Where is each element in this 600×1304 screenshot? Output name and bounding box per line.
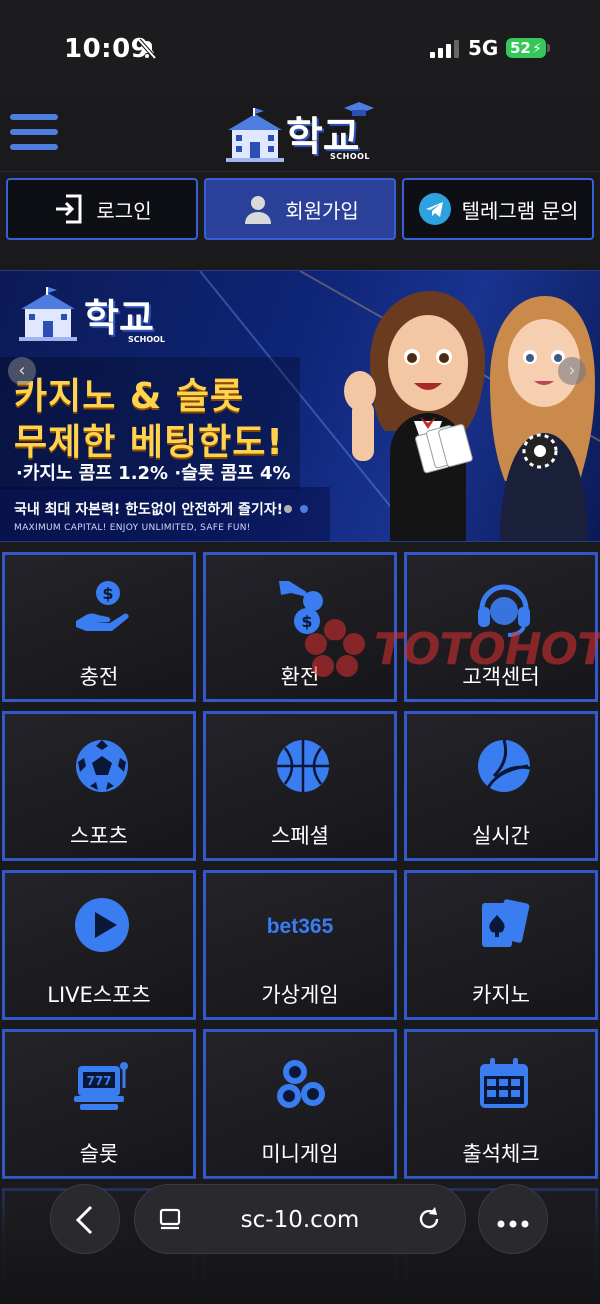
signal-icon (430, 40, 459, 58)
hamburger-menu-button[interactable] (10, 112, 58, 152)
banner-logo-subtitle: SCHOOL (128, 335, 166, 344)
menu-label-attendance: 출석체크 (462, 1142, 540, 1166)
menu-tile-minigame[interactable]: 미니게임 (203, 1029, 397, 1179)
ellipsis-icon (497, 1220, 529, 1228)
address-bar[interactable]: sc-10.com (134, 1184, 466, 1254)
back-button[interactable] (50, 1184, 120, 1254)
menu-tile-live-sports[interactable]: LIVE스포츠 (2, 870, 196, 1020)
telegram-icon (418, 193, 451, 225)
menu-label-casino: 카지노 (472, 983, 530, 1007)
banner-school-icon (19, 287, 77, 341)
banner-tagline-en: MAXIMUM CAPITAL! ENJOY UNLIMITED, SAFE F… (14, 523, 251, 533)
telegram-contact-button[interactable]: 텔레그램 문의 (402, 178, 594, 240)
banner-tagline: 국내 최대 자본력! 한도없이 안전하게 즐기자! (14, 502, 283, 518)
auth-actions: 로그인 회원가입 텔레그램 문의 (0, 176, 600, 242)
banner-headline-1: 카지노 & 슬롯 (14, 376, 245, 417)
menu-tile-virtual[interactable]: bet365 가상게임 (203, 870, 397, 1020)
banner-next-button[interactable]: › (558, 357, 586, 385)
logo-subtitle: SCHOOL (330, 152, 371, 161)
promo-banner[interactable]: 학교 SCHOOL 카지노 & 슬롯 무제한 베팅한도! ·카지노 콤프 1.2… (0, 270, 600, 542)
browser-toolbar: sc-10.com (0, 1178, 600, 1304)
menu-label-slot: 슬롯 (79, 1142, 119, 1166)
banner-commission: ·카지노 콤프 1.2% ·슬롯 콤프 4% (16, 463, 291, 484)
network-label: 5G (468, 36, 499, 60)
site-logo[interactable]: 학교 SCHOOL (224, 102, 374, 166)
site-header: 학교 SCHOOL (0, 96, 600, 172)
banner-dot-1[interactable] (284, 505, 292, 513)
menu-tile-live[interactable]: 실시간 (404, 711, 598, 861)
user-icon (245, 196, 272, 224)
slot-777-text: 777 (86, 1074, 111, 1088)
login-label: 로그인 (96, 198, 152, 223)
svg-text:$: $ (102, 584, 113, 603)
menu-label-minigame: 미니게임 (261, 1142, 339, 1166)
menu-tile-slot[interactable]: 777 슬롯 (2, 1029, 196, 1179)
banner-logo-text: 학교 (84, 296, 154, 340)
battery-indicator: 52 ⚡ (506, 38, 550, 58)
banner-characters-illustration (344, 291, 595, 541)
login-button[interactable]: 로그인 (6, 178, 198, 240)
menu-label-virtual: 가상게임 (261, 983, 339, 1007)
chevron-left-icon (75, 1205, 93, 1235)
menu-label-deposit: 충전 (79, 665, 119, 689)
battery-level: 52 (510, 39, 531, 57)
more-options-button[interactable] (478, 1184, 548, 1254)
banner-prev-button[interactable]: ‹ (8, 357, 36, 385)
menu-label-sports: 스포츠 (70, 824, 128, 848)
reload-icon[interactable] (415, 1205, 443, 1233)
slot-machine-icon: 777 (74, 1062, 128, 1110)
calendar-icon (480, 1058, 528, 1108)
menu-label-special: 스페셜 (271, 824, 329, 848)
menu-tile-special[interactable]: 스페셜 (203, 711, 397, 861)
bell-muted-icon (137, 38, 157, 60)
cards-icon (482, 899, 530, 947)
volleyball-icon (478, 739, 531, 792)
menu-tile-casino[interactable]: 카지노 (404, 870, 598, 1020)
status-bar: 10:09 5G 52 ⚡ (0, 0, 600, 96)
signup-button[interactable]: 회원가입 (204, 178, 396, 240)
play-icon (75, 898, 129, 952)
bet365-icon: bet365 (266, 915, 334, 938)
basketball-icon (277, 740, 329, 792)
lottery-balls-icon (277, 1060, 325, 1108)
menu-label-live: 실시간 (472, 824, 530, 848)
soccer-ball-icon (76, 740, 128, 792)
menu-tile-deposit[interactable]: $ 충전 (2, 552, 196, 702)
charging-icon: ⚡ (532, 41, 542, 57)
watermark-text: TOTOHOT (374, 624, 600, 675)
signup-label: 회원가입 (285, 198, 359, 223)
school-building-icon (226, 108, 284, 162)
menu-tile-attendance[interactable]: 출석체크 (404, 1029, 598, 1179)
graduation-cap-icon (344, 102, 374, 116)
login-icon (56, 194, 82, 224)
telegram-label: 텔레그램 문의 (461, 198, 579, 223)
banner-dot-2[interactable] (300, 505, 308, 513)
banner-headline-2: 무제한 베팅한도! (14, 422, 284, 463)
watermark: TOTOHOT (304, 616, 600, 686)
watermark-flower-icon (305, 619, 365, 677)
menu-label-live-sports: LIVE스포츠 (47, 983, 151, 1007)
menu-tile-sports[interactable]: 스포츠 (2, 711, 196, 861)
money-hand-icon: $ (76, 581, 129, 631)
